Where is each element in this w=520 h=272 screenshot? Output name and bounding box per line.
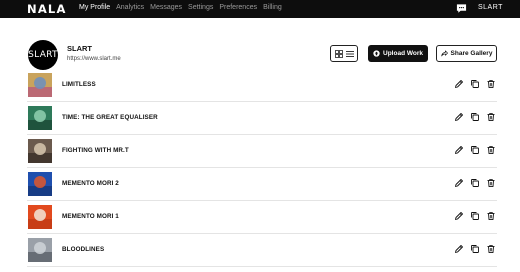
work-actions (454, 145, 496, 155)
work-thumbnail[interactable] (28, 73, 52, 97)
work-title[interactable]: TIME: THE GREAT EQUALISER (62, 114, 158, 121)
work-title[interactable]: MEMENTO MORI 2 (62, 180, 119, 187)
delete-trash-icon[interactable] (486, 244, 496, 254)
duplicate-icon[interactable] (470, 244, 480, 254)
work-actions (454, 211, 496, 221)
edit-pencil-icon[interactable] (454, 244, 464, 254)
edit-pencil-icon[interactable] (454, 178, 464, 188)
nav-messages[interactable]: Messages (150, 4, 182, 11)
upload-work-label: Upload Work (383, 50, 423, 57)
share-icon (440, 50, 448, 57)
work-row[interactable]: BLOODLINES (27, 234, 497, 267)
work-title[interactable]: LIMITLESS (62, 81, 96, 88)
top-navbar: NALA My Profile Analytics Messages Setti… (0, 0, 520, 18)
delete-trash-icon[interactable] (486, 79, 496, 89)
work-thumbnail[interactable] (28, 106, 52, 130)
work-row[interactable]: MEMENTO MORI 2 (27, 168, 497, 201)
work-title[interactable]: FIGHTING WITH MR.T (62, 147, 129, 154)
share-gallery-button[interactable]: Share Gallery (436, 45, 497, 62)
nav-my-profile[interactable]: My Profile (79, 4, 110, 11)
grid-icon[interactable] (334, 49, 343, 58)
nav-analytics[interactable]: Analytics (116, 4, 144, 11)
delete-trash-icon[interactable] (486, 211, 496, 221)
main-nav: My Profile Analytics Messages Settings P… (79, 4, 282, 11)
duplicate-icon[interactable] (470, 211, 480, 221)
profile-name: SLART (67, 44, 92, 53)
app-logo[interactable]: NALA (27, 2, 67, 16)
edit-pencil-icon[interactable] (454, 211, 464, 221)
work-title[interactable]: BLOODLINES (62, 246, 104, 253)
work-thumbnail[interactable] (28, 238, 52, 262)
work-thumbnail[interactable] (28, 172, 52, 196)
profile-avatar: SLART (28, 40, 58, 70)
duplicate-icon[interactable] (470, 145, 480, 155)
work-row[interactable]: TIME: THE GREAT EQUALISER (27, 102, 497, 135)
delete-trash-icon[interactable] (486, 112, 496, 122)
work-actions (454, 79, 496, 89)
profile-url[interactable]: https://www.slart.me (67, 56, 121, 62)
nav-settings[interactable]: Settings (188, 4, 213, 11)
work-title[interactable]: MEMENTO MORI 1 (62, 213, 119, 220)
work-thumbnail[interactable] (28, 139, 52, 163)
work-actions (454, 178, 496, 188)
delete-trash-icon[interactable] (486, 178, 496, 188)
work-thumbnail[interactable] (28, 205, 52, 229)
duplicate-icon[interactable] (470, 112, 480, 122)
work-actions (454, 112, 496, 122)
upload-work-button[interactable]: Upload Work (368, 45, 428, 62)
work-row[interactable]: FIGHTING WITH MR.T (27, 135, 497, 168)
edit-pencil-icon[interactable] (454, 145, 464, 155)
share-gallery-label: Share Gallery (450, 50, 493, 57)
list-icon[interactable] (345, 50, 354, 58)
work-row[interactable]: LIMITLESS (27, 69, 497, 102)
edit-pencil-icon[interactable] (454, 79, 464, 89)
duplicate-icon[interactable] (470, 178, 480, 188)
view-toggle-button[interactable] (330, 45, 358, 62)
chat-bubble-icon[interactable] (456, 3, 467, 14)
work-row[interactable]: MEMENTO MORI 1 (27, 201, 497, 234)
work-actions (454, 244, 496, 254)
duplicate-icon[interactable] (470, 79, 480, 89)
works-list: LIMITLESS TIME: THE GREAT EQUALISER FIGH… (27, 69, 497, 267)
upload-icon (373, 50, 380, 57)
edit-pencil-icon[interactable] (454, 112, 464, 122)
nav-preferences[interactable]: Preferences (219, 4, 257, 11)
delete-trash-icon[interactable] (486, 145, 496, 155)
user-menu-avatar[interactable]: SLART (478, 4, 503, 11)
nav-billing[interactable]: Billing (263, 4, 282, 11)
